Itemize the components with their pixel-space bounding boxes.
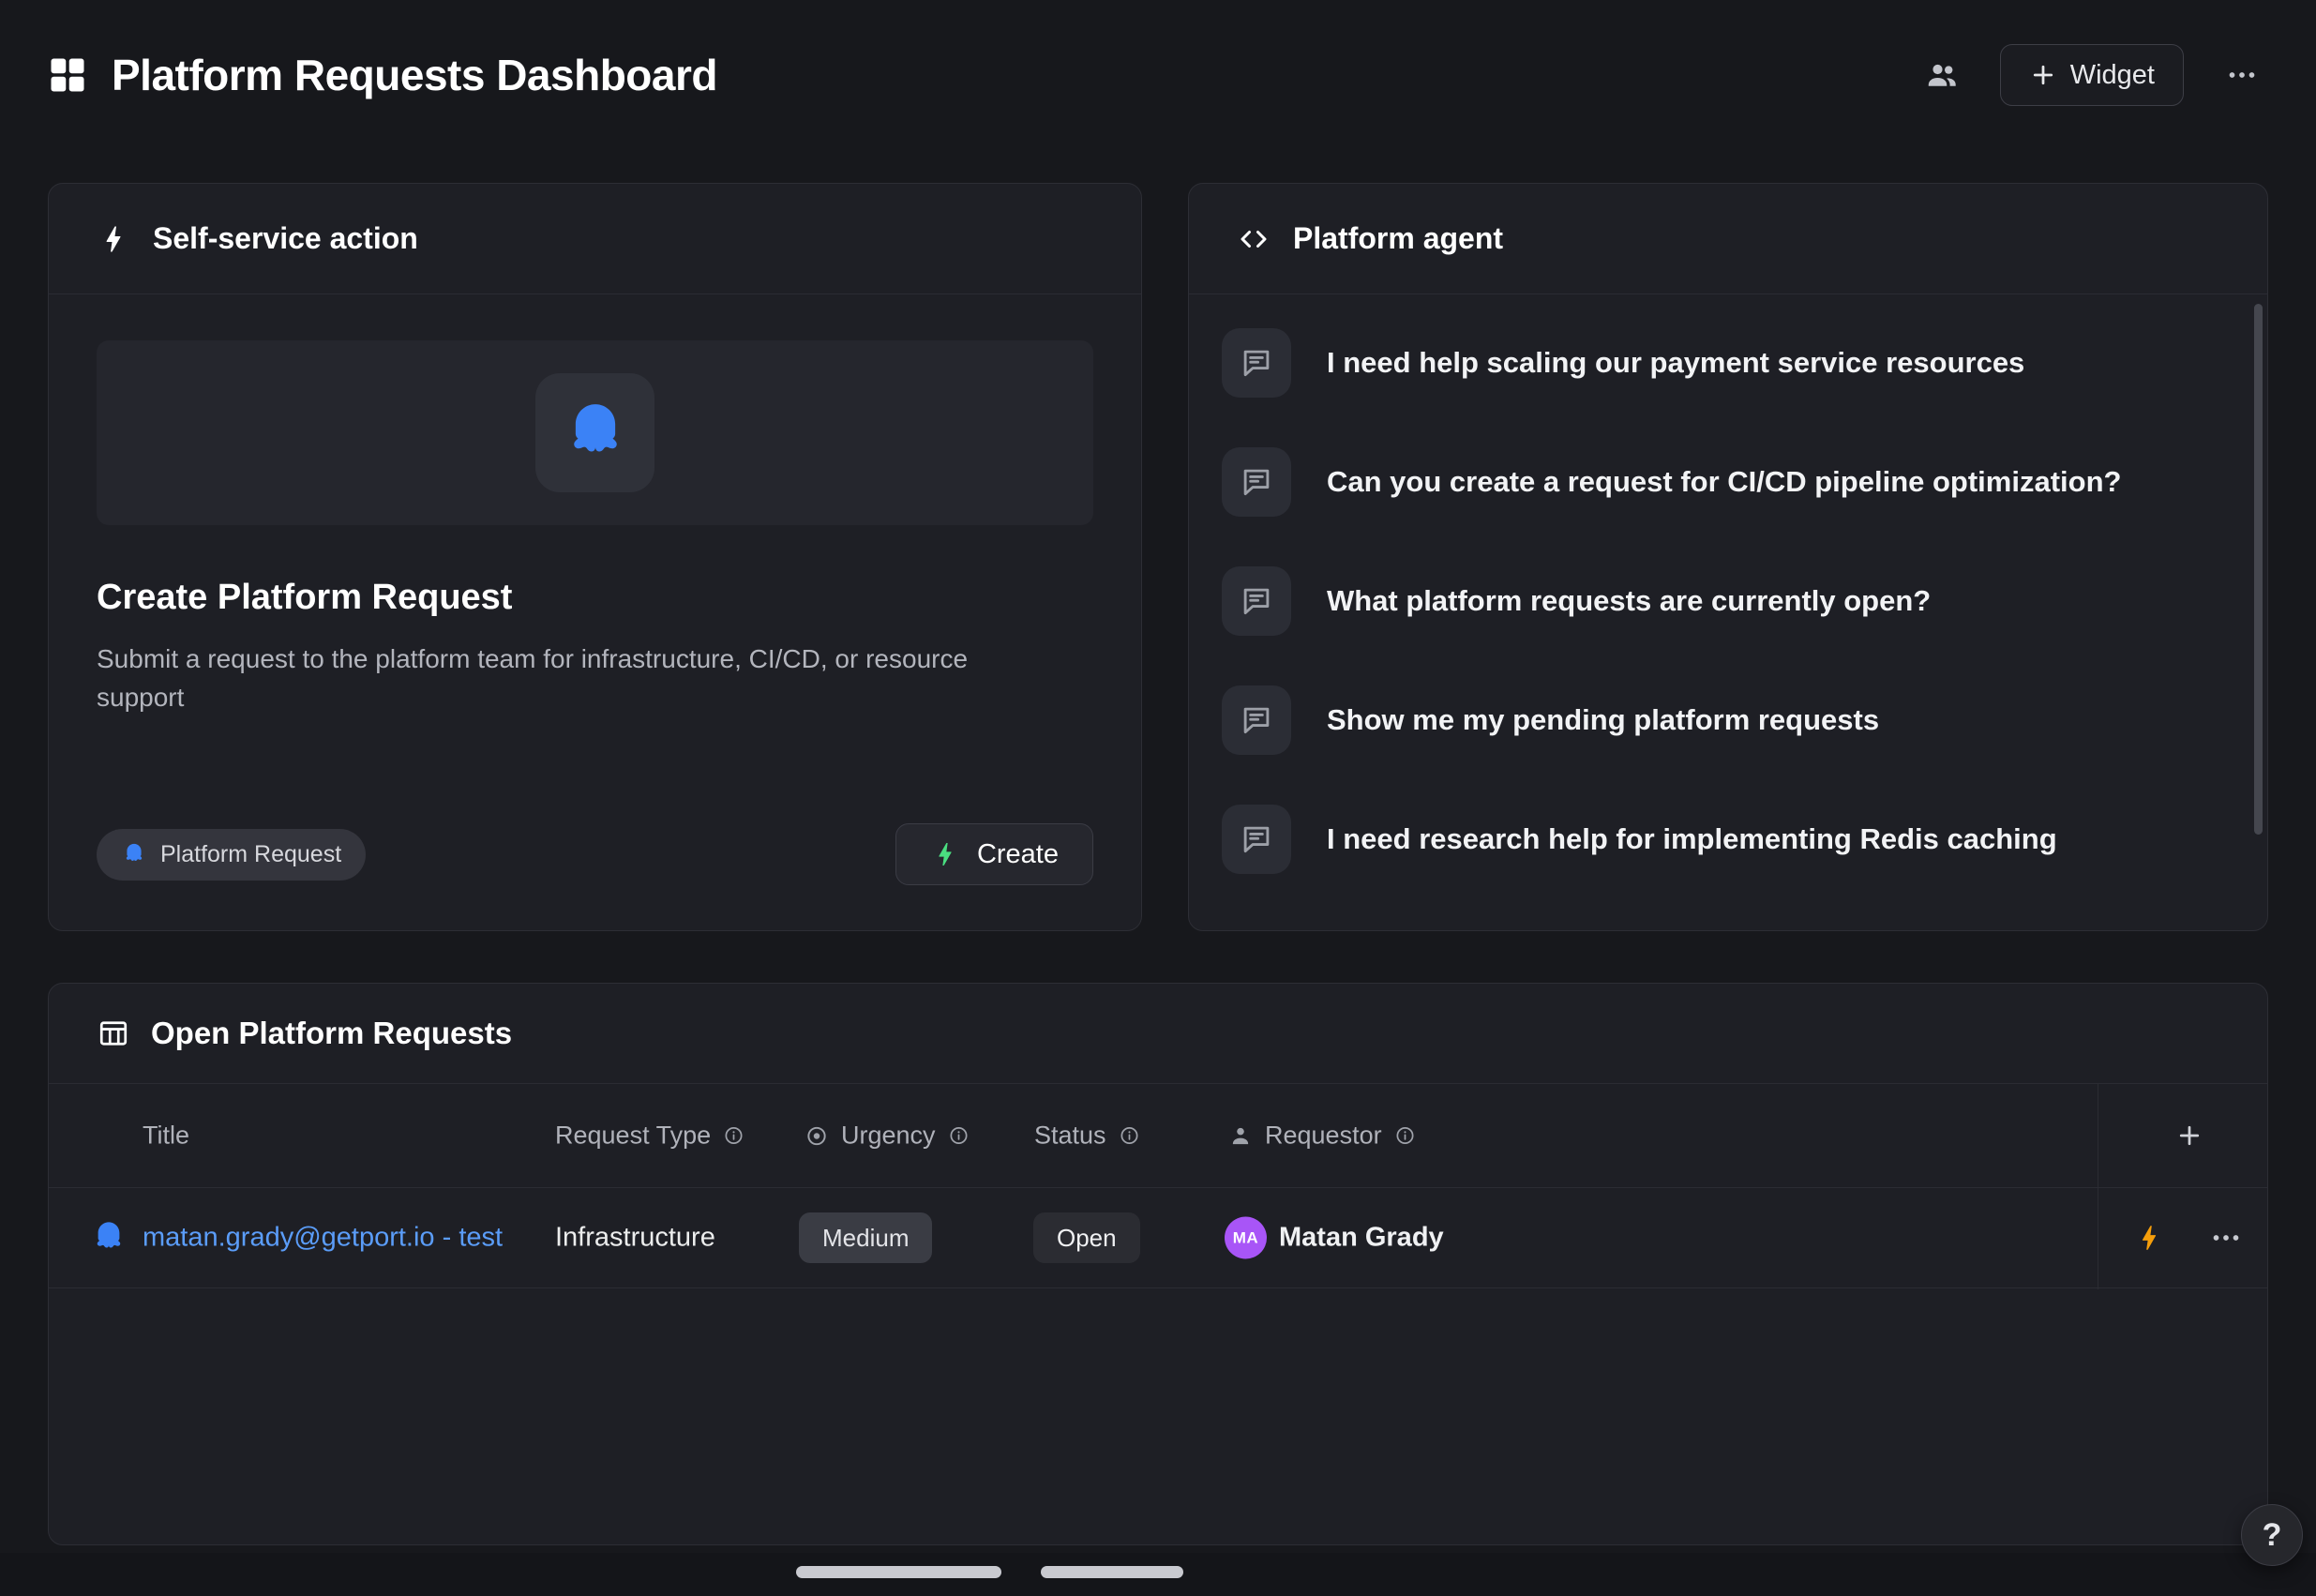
chat-bubble-icon	[1222, 328, 1291, 398]
requestor-name: Matan Grady	[1279, 1223, 1444, 1254]
header-actions: Widget	[1916, 44, 2268, 106]
self-service-card-header: Self-service action	[49, 184, 1141, 294]
chat-bubble-icon	[1222, 566, 1291, 636]
lightning-icon	[930, 839, 960, 869]
table-icon	[97, 1016, 130, 1050]
info-icon[interactable]	[948, 1125, 970, 1147]
requestor-cell: MA Matan Grady	[1225, 1217, 1444, 1259]
agent-suggestion-text: I need help scaling our payment service …	[1327, 346, 2024, 380]
urgency-cell: Medium	[799, 1212, 932, 1263]
requestor-avatar: MA	[1225, 1217, 1267, 1259]
urgency-badge: Medium	[799, 1212, 932, 1263]
agent-suggestion-item[interactable]: I need help scaling our payment service …	[1222, 328, 2234, 398]
platform-request-tag-label: Platform Request	[160, 841, 341, 868]
self-service-card-title: Self-service action	[153, 221, 418, 256]
title-group: Platform Requests Dashboard	[48, 50, 717, 100]
action-preview-panel	[97, 340, 1093, 525]
table-row: matan.grady@getport.io - test Infrastruc…	[49, 1188, 2267, 1288]
person-icon	[1228, 1123, 1253, 1148]
column-header-requestor[interactable]: Requestor	[1228, 1122, 1416, 1151]
agent-suggestion-text: I need research help for implementing Re…	[1327, 822, 2057, 856]
agent-suggestion-list: I need help scaling our payment service …	[1189, 294, 2267, 902]
column-header-urgency[interactable]: Urgency	[805, 1122, 970, 1151]
code-icon	[1237, 222, 1271, 256]
ellipsis-icon	[2209, 1221, 2243, 1255]
chat-bubble-icon	[1222, 805, 1291, 874]
column-header-status[interactable]: Status	[1034, 1122, 1140, 1151]
info-icon[interactable]	[723, 1125, 744, 1147]
column-header-title[interactable]: Title	[143, 1122, 189, 1151]
request-title-link[interactable]: matan.grady@getport.io - test	[143, 1223, 503, 1254]
open-requests-card-title: Open Platform Requests	[151, 1016, 512, 1051]
chat-bubble-icon	[1222, 685, 1291, 755]
agent-suggestion-item[interactable]: What platform requests are currently ope…	[1222, 566, 2234, 636]
info-icon[interactable]	[1119, 1125, 1140, 1147]
agent-suggestion-item[interactable]: Show me my pending platform requests	[1222, 685, 2234, 755]
agent-suggestion-item[interactable]: Can you create a request for CI/CD pipel…	[1222, 447, 2234, 517]
page-header: Platform Requests Dashboard Widget	[48, 0, 2268, 150]
radio-icon	[805, 1123, 829, 1148]
status-badge: Open	[1033, 1212, 1140, 1263]
chat-bubble-icon	[1222, 447, 1291, 517]
request-type-value: Infrastructure	[555, 1223, 715, 1254]
open-requests-card-header: Open Platform Requests	[49, 984, 2267, 1084]
open-requests-card: Open Platform Requests Title Request Typ…	[48, 983, 2268, 1545]
vertical-scrollbar[interactable]	[2254, 304, 2263, 835]
create-button-label: Create	[977, 839, 1059, 870]
horizontal-scrollbar[interactable]	[796, 1566, 1001, 1578]
platform-agent-card-header: Platform agent	[1189, 184, 2267, 294]
agent-suggestion-item[interactable]: I need research help for implementing Re…	[1222, 805, 2234, 874]
bottom-scroll-area	[0, 1553, 2316, 1596]
lightning-icon	[2133, 1222, 2165, 1254]
self-service-footer: Platform Request Create	[97, 823, 1093, 885]
row-action-lightning-button[interactable]	[2125, 1213, 2173, 1262]
create-button[interactable]: Create	[895, 823, 1093, 885]
add-column-button[interactable]	[2163, 1109, 2216, 1162]
page-title: Platform Requests Dashboard	[112, 50, 717, 100]
agent-suggestion-text: Show me my pending platform requests	[1327, 703, 1879, 737]
table-header-row: Title Request Type Urgency Status Reques…	[49, 1084, 2267, 1188]
ellipsis-icon	[2225, 58, 2259, 92]
agent-suggestion-text: Can you create a request for CI/CD pipel…	[1327, 465, 2121, 499]
platform-agent-card: Platform agent I need help scaling our p…	[1188, 183, 2268, 931]
platform-request-tag: Platform Request	[97, 829, 366, 881]
dashboard-logo-icon	[48, 55, 87, 95]
action-description: Submit a request to the platform team fo…	[97, 640, 1044, 716]
page-menu-button[interactable]	[2216, 49, 2268, 101]
octopus-icon	[89, 1218, 128, 1257]
status-cell: Open	[1033, 1212, 1140, 1263]
share-users-icon[interactable]	[1916, 49, 1968, 101]
self-service-card: Self-service action Create Platform Requ…	[48, 183, 1142, 931]
lightning-icon	[97, 222, 130, 256]
column-header-request-type[interactable]: Request Type	[555, 1122, 744, 1151]
octopus-icon	[559, 397, 632, 470]
info-icon[interactable]	[1394, 1125, 1416, 1147]
octopus-icon	[121, 841, 147, 867]
action-title: Create Platform Request	[97, 578, 1093, 618]
agent-suggestion-text: What platform requests are currently ope…	[1327, 584, 1931, 618]
octopus-tile	[535, 373, 654, 492]
platform-agent-card-title: Platform agent	[1293, 221, 1503, 256]
add-widget-button[interactable]: Widget	[2000, 44, 2184, 106]
plus-icon	[2175, 1122, 2203, 1150]
plus-icon	[2029, 61, 2057, 89]
horizontal-scrollbar[interactable]	[1041, 1566, 1183, 1578]
self-service-body: Create Platform Request Submit a request…	[49, 294, 1141, 932]
row-menu-button[interactable]	[2200, 1212, 2252, 1264]
add-widget-label: Widget	[2070, 60, 2155, 91]
help-button[interactable]: ?	[2241, 1504, 2303, 1566]
